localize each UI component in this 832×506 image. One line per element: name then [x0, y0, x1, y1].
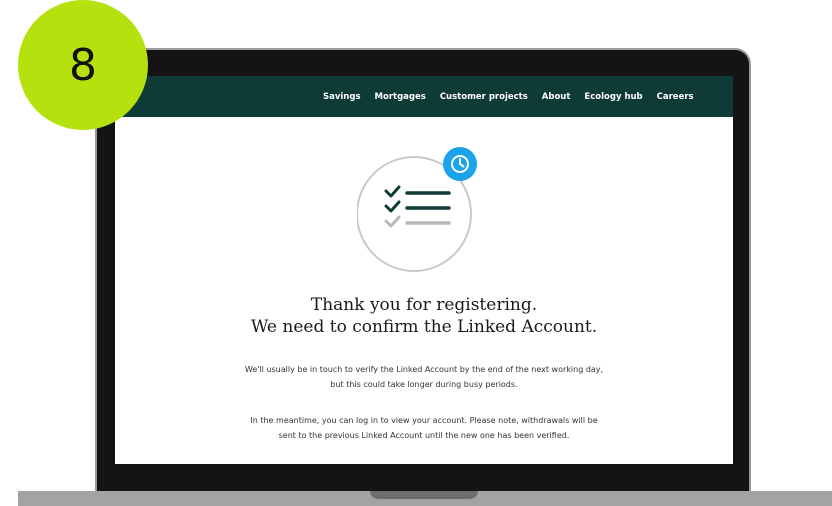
checklist-icon [357, 147, 477, 272]
nav-item-about[interactable]: About [542, 92, 571, 102]
clock-icon [443, 147, 477, 181]
nav-item-customer-projects[interactable]: Customer projects [440, 92, 528, 102]
nav-item-careers[interactable]: Careers [657, 92, 694, 102]
verification-paragraph: We'll usually be in touch to verify the … [175, 362, 673, 392]
verification-line-1: We'll usually be in touch to verify the … [244, 365, 604, 374]
meantime-paragraph: In the meantime, you can log in to view … [175, 413, 673, 443]
heading-line-1: Thank you for registering. [310, 295, 538, 315]
verification-line-2: but this could take longer during busy p… [330, 380, 518, 389]
step-number: 8 [69, 39, 97, 91]
nav-item-ecology-hub[interactable]: Ecology hub [584, 92, 642, 102]
heading-line-2: We need to confirm the Linked Account. [250, 317, 598, 337]
nav-menu: Savings Mortgages Customer projects Abou… [323, 76, 708, 117]
laptop-notch [370, 491, 478, 499]
meantime-line-1: In the meantime, you can log in to view … [250, 416, 598, 425]
laptop-screen: Savings Mortgages Customer projects Abou… [115, 76, 733, 464]
meantime-line-2: sent to the previous Linked Account unti… [278, 431, 570, 440]
top-navigation: Savings Mortgages Customer projects Abou… [115, 76, 733, 117]
nav-item-mortgages[interactable]: Mortgages [375, 92, 426, 102]
confirmation-heading: Thank you for registering. We need to co… [115, 294, 733, 338]
step-badge: 8 [18, 0, 148, 130]
nav-item-savings[interactable]: Savings [323, 92, 361, 102]
